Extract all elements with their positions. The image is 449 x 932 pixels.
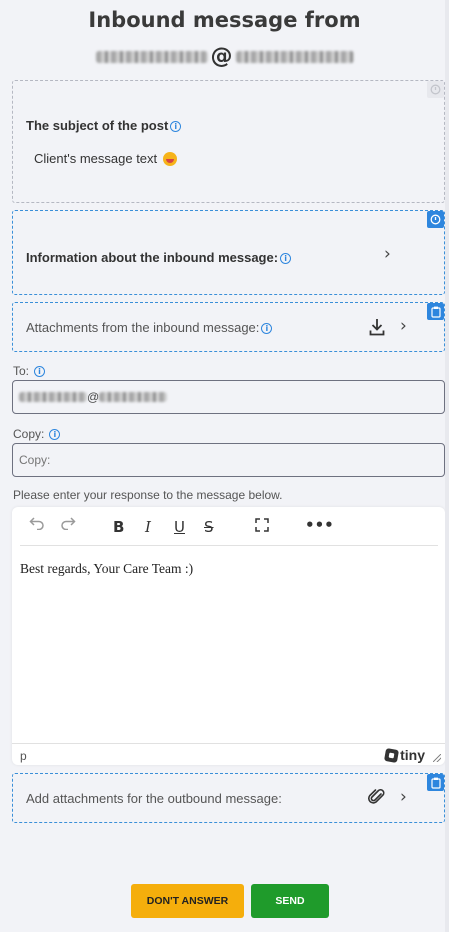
strikethrough-icon[interactable]: S (204, 518, 214, 536)
tiny-logo-icon (384, 747, 400, 763)
copy-label-text: Copy: (13, 427, 45, 441)
collapse-icon[interactable] (427, 211, 444, 228)
subject-text: Client's message text (34, 151, 178, 166)
redacted-text (99, 392, 168, 402)
redacted-text (19, 392, 87, 402)
tiny-logo-text: tiny (400, 747, 425, 763)
download-icon[interactable] (369, 318, 385, 341)
dont-answer-button[interactable]: DON'T ANSWER (131, 884, 244, 918)
outbound-attachments-label: Add attachments for the outbound message… (26, 791, 282, 806)
subject-label-text: The subject of the post (26, 118, 169, 133)
chevron-right-icon[interactable]: › (400, 787, 407, 807)
fullscreen-icon[interactable] (255, 518, 269, 536)
page-title: Inbound message from (88, 8, 361, 32)
inbound-info-label-text: Information about the inbound message: (26, 250, 279, 265)
inbound-attachments-panel[interactable]: Attachments from the inbound message: i › (12, 302, 445, 352)
tiny-logo[interactable]: tiny (384, 747, 425, 763)
editor-statusbar: p tiny (12, 743, 445, 765)
editor-toolbar: B I U S ••• (12, 507, 445, 547)
editor-content[interactable]: Best regards, Your Care Team :) (20, 561, 193, 577)
subject-text-value: Client's message text (34, 151, 158, 166)
inbound-attachments-label: Attachments from the inbound message: i (26, 320, 273, 335)
inbound-attachments-label-text: Attachments from the inbound message: (26, 320, 260, 335)
inbound-info-panel[interactable]: Information about the inbound message: i … (12, 210, 445, 295)
bold-icon[interactable]: B (113, 518, 124, 536)
paperclip-icon[interactable] (368, 788, 386, 811)
underline-icon[interactable]: U (174, 518, 185, 536)
sender-at-sign: @ (210, 44, 233, 69)
sender-email: @ (0, 46, 449, 68)
redo-icon[interactable] (60, 516, 76, 534)
collapse-icon[interactable] (427, 81, 444, 98)
undo-icon[interactable] (29, 516, 45, 534)
response-prompt: Please enter your response to the messag… (13, 488, 283, 502)
chevron-right-icon[interactable]: › (384, 244, 391, 264)
more-options-icon[interactable]: ••• (305, 516, 334, 534)
info-icon[interactable]: i (261, 323, 273, 334)
subject-label: The subject of the post i (26, 118, 182, 133)
outbound-attachments-panel[interactable]: Add attachments for the outbound message… (12, 773, 445, 823)
smiley-emoji-icon (163, 151, 178, 166)
copy-input[interactable] (19, 453, 444, 467)
info-icon[interactable]: i (49, 429, 61, 440)
clipboard-icon[interactable] (427, 303, 444, 320)
subject-panel: The subject of the post i Client's messag… (12, 80, 445, 203)
italic-icon[interactable]: I (145, 518, 151, 536)
element-path[interactable]: p (20, 749, 27, 763)
info-icon[interactable]: i (34, 366, 46, 377)
clipboard-icon[interactable] (427, 774, 444, 791)
chevron-right-icon[interactable]: › (400, 316, 407, 336)
info-icon[interactable]: i (170, 121, 182, 132)
rich-text-editor: B I U S ••• Best regards, Your Care Team… (12, 507, 445, 765)
to-at-sign: @ (87, 390, 100, 404)
copy-field-wrapper (12, 443, 445, 477)
toolbar-divider (20, 545, 438, 546)
to-label-text: To: (13, 364, 30, 378)
redacted-text (95, 51, 208, 63)
send-button[interactable]: SEND (251, 884, 329, 918)
redacted-text (235, 51, 354, 63)
to-label: To: i (13, 364, 46, 378)
resize-handle[interactable] (433, 754, 441, 762)
copy-label: Copy: i (13, 427, 61, 441)
scrollbar[interactable] (445, 0, 449, 932)
inbound-info-label: Information about the inbound message: i (26, 250, 292, 265)
to-field[interactable]: @ (12, 380, 445, 414)
info-icon[interactable]: i (280, 253, 292, 264)
